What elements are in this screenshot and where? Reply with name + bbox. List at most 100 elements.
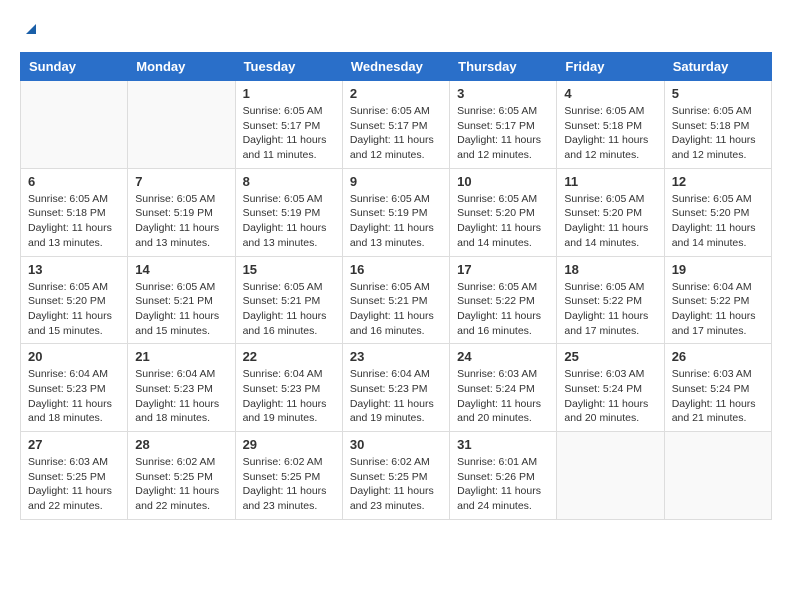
day-info: Sunrise: 6:05 AM Sunset: 5:20 PM Dayligh… [672,192,764,251]
day-info: Sunrise: 6:05 AM Sunset: 5:18 PM Dayligh… [672,104,764,163]
calendar-cell: 18 Sunrise: 6:05 AM Sunset: 5:22 PM Dayli… [557,256,664,344]
calendar-cell: 29Sunrise: 6:02 AM Sunset: 5:25 PM Dayli… [235,432,342,520]
week-row-4: 20 Sunrise: 6:04 AM Sunset: 5:23 PM Dayli… [21,344,772,432]
calendar-cell: 4 Sunrise: 6:05 AM Sunset: 5:18 PM Daylig… [557,81,664,169]
day-info: Sunrise: 6:04 AM Sunset: 5:23 PM Dayligh… [28,367,120,426]
calendar-cell: 25Sunrise: 6:03 AM Sunset: 5:24 PM Dayli… [557,344,664,432]
day-number: 12 [672,174,764,189]
day-number: 3 [457,86,549,101]
day-info: Sunrise: 6:05 AM Sunset: 5:20 PM Dayligh… [564,192,656,251]
calendar-cell: 11 Sunrise: 6:05 AM Sunset: 5:20 PM Dayli… [557,168,664,256]
calendar-cell: 28 Sunrise: 6:02 AM Sunset: 5:25 PM Dayli… [128,432,235,520]
day-info: Sunrise: 6:05 AM Sunset: 5:17 PM Dayligh… [457,104,549,163]
header-tuesday: Tuesday [235,53,342,81]
calendar-cell: 7 Sunrise: 6:05 AM Sunset: 5:19 PM Daylig… [128,168,235,256]
calendar-cell: 31 Sunrise: 6:01 AM Sunset: 5:26 PM Dayli… [450,432,557,520]
day-number: 15 [243,262,335,277]
day-info: Sunrise: 6:04 AM Sunset: 5:22 PM Dayligh… [672,280,764,339]
day-info: Sunrise: 6:05 AM Sunset: 5:19 PM Dayligh… [135,192,227,251]
day-number: 4 [564,86,656,101]
calendar-cell: 14Sunrise: 6:05 AM Sunset: 5:21 PM Dayli… [128,256,235,344]
day-number: 6 [28,174,120,189]
day-info: Sunrise: 6:05 AM Sunset: 5:19 PM Dayligh… [350,192,442,251]
calendar-cell: 13Sunrise: 6:05 AM Sunset: 5:20 PM Dayli… [21,256,128,344]
day-info: Sunrise: 6:05 AM Sunset: 5:21 PM Dayligh… [350,280,442,339]
day-number: 17 [457,262,549,277]
calendar-cell: 12 Sunrise: 6:05 AM Sunset: 5:20 PM Dayli… [664,168,771,256]
page-header [20,20,772,42]
day-number: 13 [28,262,120,277]
day-number: 10 [457,174,549,189]
day-number: 31 [457,437,549,452]
calendar-cell: 6 Sunrise: 6:05 AM Sunset: 5:18 PM Daylig… [21,168,128,256]
day-number: 8 [243,174,335,189]
day-info: Sunrise: 6:05 AM Sunset: 5:17 PM Dayligh… [243,104,335,163]
week-row-3: 13Sunrise: 6:05 AM Sunset: 5:20 PM Dayli… [21,256,772,344]
calendar-cell: 10 Sunrise: 6:05 AM Sunset: 5:20 PM Dayli… [450,168,557,256]
calendar-cell: 22 Sunrise: 6:04 AM Sunset: 5:23 PM Dayli… [235,344,342,432]
day-info: Sunrise: 6:04 AM Sunset: 5:23 PM Dayligh… [243,367,335,426]
week-row-5: 27 Sunrise: 6:03 AM Sunset: 5:25 PM Dayli… [21,432,772,520]
day-info: Sunrise: 6:02 AM Sunset: 5:25 PM Dayligh… [243,455,335,514]
day-info: Sunrise: 6:05 AM Sunset: 5:17 PM Dayligh… [350,104,442,163]
calendar-cell: 17 Sunrise: 6:05 AM Sunset: 5:22 PM Dayli… [450,256,557,344]
calendar-cell: 23Sunrise: 6:04 AM Sunset: 5:23 PM Dayli… [342,344,449,432]
day-number: 24 [457,349,549,364]
day-number: 28 [135,437,227,452]
day-info: Sunrise: 6:05 AM Sunset: 5:21 PM Dayligh… [243,280,335,339]
calendar-cell: 8 Sunrise: 6:05 AM Sunset: 5:19 PM Daylig… [235,168,342,256]
day-info: Sunrise: 6:02 AM Sunset: 5:25 PM Dayligh… [135,455,227,514]
day-number: 22 [243,349,335,364]
day-info: Sunrise: 6:03 AM Sunset: 5:25 PM Dayligh… [28,455,120,514]
day-number: 7 [135,174,227,189]
calendar-cell: 20 Sunrise: 6:04 AM Sunset: 5:23 PM Dayli… [21,344,128,432]
week-row-1: 1 Sunrise: 6:05 AM Sunset: 5:17 PM Daylig… [21,81,772,169]
day-number: 23 [350,349,442,364]
day-number: 18 [564,262,656,277]
day-number: 5 [672,86,764,101]
day-number: 11 [564,174,656,189]
calendar-cell: 1 Sunrise: 6:05 AM Sunset: 5:17 PM Daylig… [235,81,342,169]
logo-icon [22,20,40,38]
calendar-cell: 9Sunrise: 6:05 AM Sunset: 5:19 PM Daylig… [342,168,449,256]
logo [20,20,40,42]
day-number: 21 [135,349,227,364]
calendar-cell: 24 Sunrise: 6:03 AM Sunset: 5:24 PM Dayli… [450,344,557,432]
calendar-cell: 26Sunrise: 6:03 AM Sunset: 5:24 PM Dayli… [664,344,771,432]
day-info: Sunrise: 6:05 AM Sunset: 5:19 PM Dayligh… [243,192,335,251]
week-row-2: 6 Sunrise: 6:05 AM Sunset: 5:18 PM Daylig… [21,168,772,256]
day-number: 20 [28,349,120,364]
calendar-cell [21,81,128,169]
calendar-header-row: SundayMondayTuesdayWednesdayThursdayFrid… [21,53,772,81]
header-monday: Monday [128,53,235,81]
header-sunday: Sunday [21,53,128,81]
calendar-table: SundayMondayTuesdayWednesdayThursdayFrid… [20,52,772,520]
day-number: 16 [350,262,442,277]
calendar-cell: 3 Sunrise: 6:05 AM Sunset: 5:17 PM Daylig… [450,81,557,169]
day-info: Sunrise: 6:05 AM Sunset: 5:18 PM Dayligh… [564,104,656,163]
day-number: 27 [28,437,120,452]
header-friday: Friday [557,53,664,81]
header-thursday: Thursday [450,53,557,81]
day-number: 19 [672,262,764,277]
calendar-cell: 16 Sunrise: 6:05 AM Sunset: 5:21 PM Dayli… [342,256,449,344]
day-info: Sunrise: 6:01 AM Sunset: 5:26 PM Dayligh… [457,455,549,514]
day-number: 25 [564,349,656,364]
day-info: Sunrise: 6:05 AM Sunset: 5:18 PM Dayligh… [28,192,120,251]
day-info: Sunrise: 6:04 AM Sunset: 5:23 PM Dayligh… [135,367,227,426]
day-info: Sunrise: 6:05 AM Sunset: 5:22 PM Dayligh… [457,280,549,339]
calendar-cell [664,432,771,520]
calendar-cell [128,81,235,169]
day-info: Sunrise: 6:05 AM Sunset: 5:22 PM Dayligh… [564,280,656,339]
calendar-cell [557,432,664,520]
day-info: Sunrise: 6:05 AM Sunset: 5:21 PM Dayligh… [135,280,227,339]
header-saturday: Saturday [664,53,771,81]
day-info: Sunrise: 6:03 AM Sunset: 5:24 PM Dayligh… [457,367,549,426]
day-number: 1 [243,86,335,101]
header-wednesday: Wednesday [342,53,449,81]
day-info: Sunrise: 6:02 AM Sunset: 5:25 PM Dayligh… [350,455,442,514]
day-info: Sunrise: 6:05 AM Sunset: 5:20 PM Dayligh… [457,192,549,251]
calendar-cell: 27 Sunrise: 6:03 AM Sunset: 5:25 PM Dayli… [21,432,128,520]
calendar-cell: 21 Sunrise: 6:04 AM Sunset: 5:23 PM Dayli… [128,344,235,432]
calendar-cell: 19 Sunrise: 6:04 AM Sunset: 5:22 PM Dayli… [664,256,771,344]
